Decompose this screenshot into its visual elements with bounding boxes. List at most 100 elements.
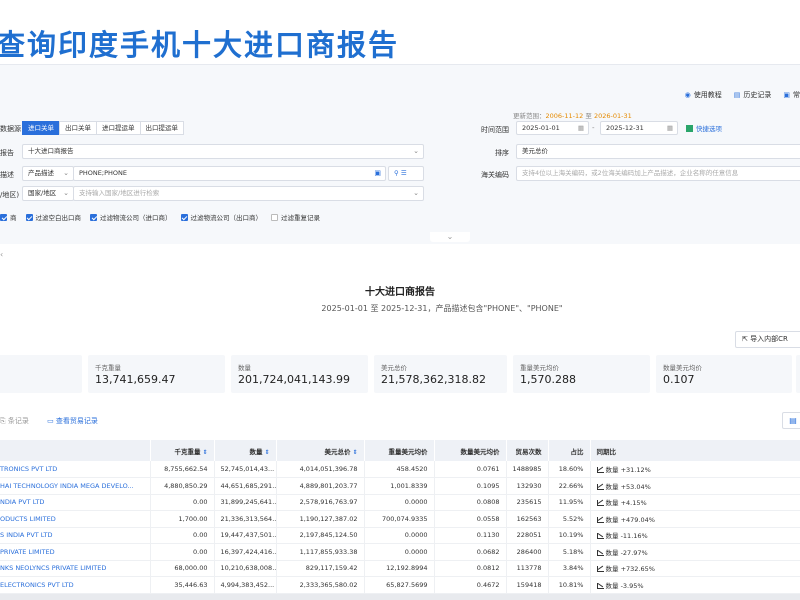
table-row[interactable]: ELECTRONICS PVT LTD 35,446.63 4,994,383,45… — [0, 576, 800, 594]
record-links: ⎘ 条记录 ▭ 查看贸易记录 — [0, 416, 98, 426]
stat-card-usd-total: 美元总价 21,578,362,318.82 — [374, 355, 507, 393]
table-row[interactable]: TRONICS PVT LTD 8,755,662.54 52,745,014,43… — [0, 461, 800, 478]
report-title: 十大进口商报告 — [365, 287, 435, 298]
yoy-value: +479.04% — [620, 515, 655, 524]
company-link[interactable]: HAI TECHNOLOGY INDIA MEGA DEVELO... — [0, 477, 151, 495]
stat-label: 重量美元均价 — [520, 364, 559, 372]
view-trade-records-link[interactable]: ▭ 查看贸易记录 — [47, 417, 98, 425]
cell-share: 5.18% — [548, 543, 591, 561]
cell-kg: 4,880,850.29 — [150, 477, 215, 495]
product-label: 描述 — [0, 171, 14, 179]
table-row[interactable]: PRIVATE LIMITED 0.00 16,397,424,416... 1,11… — [0, 543, 800, 561]
chevron-left-icon[interactable]: ‹ — [0, 250, 3, 259]
date-start-input[interactable]: 2025-01-01 ▦ — [516, 121, 589, 135]
cell-qty: 21,336,313,564... — [214, 510, 277, 528]
yoy-value: +53.04% — [620, 482, 651, 491]
calendar-icon: ▦ — [666, 124, 673, 132]
cell-qty: 52,745,014,43... — [214, 461, 277, 478]
filter-logistics-exporter-checkbox[interactable]: 过滤物流公司（出口商） — [180, 212, 262, 222]
tab-import-bill[interactable]: 进口提运单 — [96, 121, 141, 135]
col-usd[interactable]: 美元总价 ⇕ — [276, 440, 365, 461]
cell-trades: 228051 — [506, 527, 549, 544]
search-options[interactable]: ⚲ ☰ — [388, 166, 424, 181]
col-qty[interactable]: 数量 ⇕ — [214, 440, 277, 461]
bottom-edge — [0, 594, 800, 600]
hs-code-input[interactable]: 支持4位以上海关编码，或2位海关编码加上产品描述，企业名称的任意信息 — [516, 166, 800, 181]
chevron-down-icon: ⌄ — [63, 169, 69, 177]
region-input[interactable]: 支持输入国家/地区进行检索 ⌄ — [73, 186, 424, 201]
stat-card-quantity: 数量 201,724,041,143.99 — [231, 355, 368, 393]
tab-import-customs[interactable]: 进口关单 — [22, 121, 60, 135]
filter-duplicate-checkbox[interactable]: 过滤重复记录 — [271, 212, 320, 222]
cell-usd: 4,014,051,396.78 — [276, 461, 365, 478]
cell-kg: 0.00 — [150, 494, 215, 511]
stat-value: 21,578,362,318.82 — [381, 373, 486, 386]
col-kg[interactable]: 千克重量 ⇕ — [150, 440, 215, 461]
date-end-input[interactable]: 2025-12-31 ▦ — [600, 121, 678, 135]
company-link[interactable]: PRIVATE LIMITED — [0, 543, 151, 561]
sort-label: 排序 — [495, 149, 509, 157]
table-row[interactable]: S INDIA PVT LTD 0.00 19,447,437,501... 2,19… — [0, 527, 800, 544]
region-type-select[interactable]: 国家/地区 ⌄ — [22, 186, 74, 201]
stat-label: 美元总价 — [381, 364, 407, 372]
col-trades: 贸易次数 — [506, 440, 549, 461]
table-row[interactable]: HAI TECHNOLOGY INDIA MEGA DEVELO... 4,880… — [0, 477, 800, 495]
cell-qty: 31,899,245,641... — [214, 494, 277, 511]
yoy-label: 数量 — [605, 548, 619, 557]
table-view-button[interactable]: ▤ — [782, 412, 800, 429]
company-link[interactable]: S INDIA PVT LTD — [0, 527, 151, 544]
export-icon: ⇱ — [742, 335, 751, 343]
trend-up-icon — [596, 467, 604, 473]
cell-kg: 68,000.00 — [150, 560, 215, 577]
records-link[interactable]: ⎘ 条记录 — [0, 417, 29, 425]
cell-qty-avg: 0.0808 — [434, 494, 507, 511]
company-link[interactable]: ELECTRONICS PVT LTD — [0, 576, 151, 594]
table-header-row: 千克重量 ⇕ 数量 ⇕ 美元总价 ⇕ 重量美元均价 数量美元均价 贸易次数 占比 同期… — [0, 440, 800, 461]
date-separator: - — [592, 124, 595, 132]
sort-select[interactable]: 美元总价 — [516, 144, 800, 159]
tab-export-customs[interactable]: 出口关单 — [59, 121, 97, 135]
col-kg-avg: 重量美元均价 — [364, 440, 435, 461]
sort-icon: ⇕ — [352, 448, 358, 456]
table-row[interactable]: ODUCTS LIMITED 1,700.00 21,336,313,564... 1… — [0, 510, 800, 528]
cell-kg-avg: 1,001.8339 — [364, 477, 435, 495]
company-link[interactable]: NKS NEOLYNCS PRIVATE LIMITED — [0, 560, 151, 577]
checkbox-icon — [0, 214, 7, 221]
time-range-label: 时间范围 — [481, 126, 509, 134]
company-link[interactable]: TRONICS PVT LTD — [0, 461, 151, 478]
product-input[interactable]: PHONE;PHONE ▣ — [73, 166, 386, 181]
stat-card-cut — [796, 355, 800, 393]
filter-importer-checkbox[interactable]: 商 — [0, 212, 17, 222]
yoy-value: +4.15% — [620, 499, 647, 508]
history-link[interactable]: ▤ 历史记录 — [734, 90, 772, 100]
filter-blank-exporter-checkbox[interactable]: 过滤空白出口商 — [25, 212, 81, 222]
help-link[interactable]: ◉ 使用教程 — [685, 90, 722, 100]
more-link[interactable]: ▣ 常 — [783, 90, 800, 100]
yoy-label: 数量 — [605, 499, 619, 508]
cell-share: 18.60% — [548, 461, 591, 478]
table-row[interactable]: NDIA PVT LTD 0.00 31,899,245,641... 2,578,9… — [0, 494, 800, 511]
search-icon[interactable]: ⚲ — [394, 169, 399, 177]
stat-value: 1,570.288 — [520, 373, 576, 386]
table-row[interactable]: NKS NEOLYNCS PRIVATE LIMITED 68,000.00 10,… — [0, 560, 800, 577]
cell-qty-avg: 0.0682 — [434, 543, 507, 561]
company-link[interactable]: NDIA PVT LTD — [0, 494, 151, 511]
edit-icon[interactable]: ▣ — [374, 167, 381, 180]
settings-icon[interactable]: ☰ — [401, 169, 407, 177]
cell-qty: 4,994,383,452... — [214, 576, 277, 594]
chevron-down-icon: ⌄ — [413, 189, 419, 197]
filter-logistics-importer-checkbox[interactable]: 过滤物流公司（进口商） — [90, 212, 172, 222]
tab-export-bill[interactable]: 出口提运单 — [139, 121, 184, 135]
cell-usd: 2,578,916,763.97 — [276, 494, 365, 511]
col-company — [0, 440, 151, 461]
report-select[interactable]: 十大进口商报告 ⌄ — [22, 144, 424, 159]
export-crm-button[interactable]: ⇱ 导入内部CR — [735, 331, 800, 348]
product-type-select[interactable]: 产品描述 ⌄ — [22, 166, 74, 181]
cell-kg-avg: 458.4520 — [364, 461, 435, 478]
company-link[interactable]: ODUCTS LIMITED — [0, 510, 151, 528]
chevron-down-icon: ⌄ — [446, 232, 454, 241]
quick-select-button[interactable]: 快捷选项 — [686, 123, 722, 133]
cell-kg: 0.00 — [150, 543, 215, 561]
collapse-toggle[interactable]: ⌄ — [430, 232, 470, 242]
yoy-value: -11.16% — [620, 532, 648, 541]
